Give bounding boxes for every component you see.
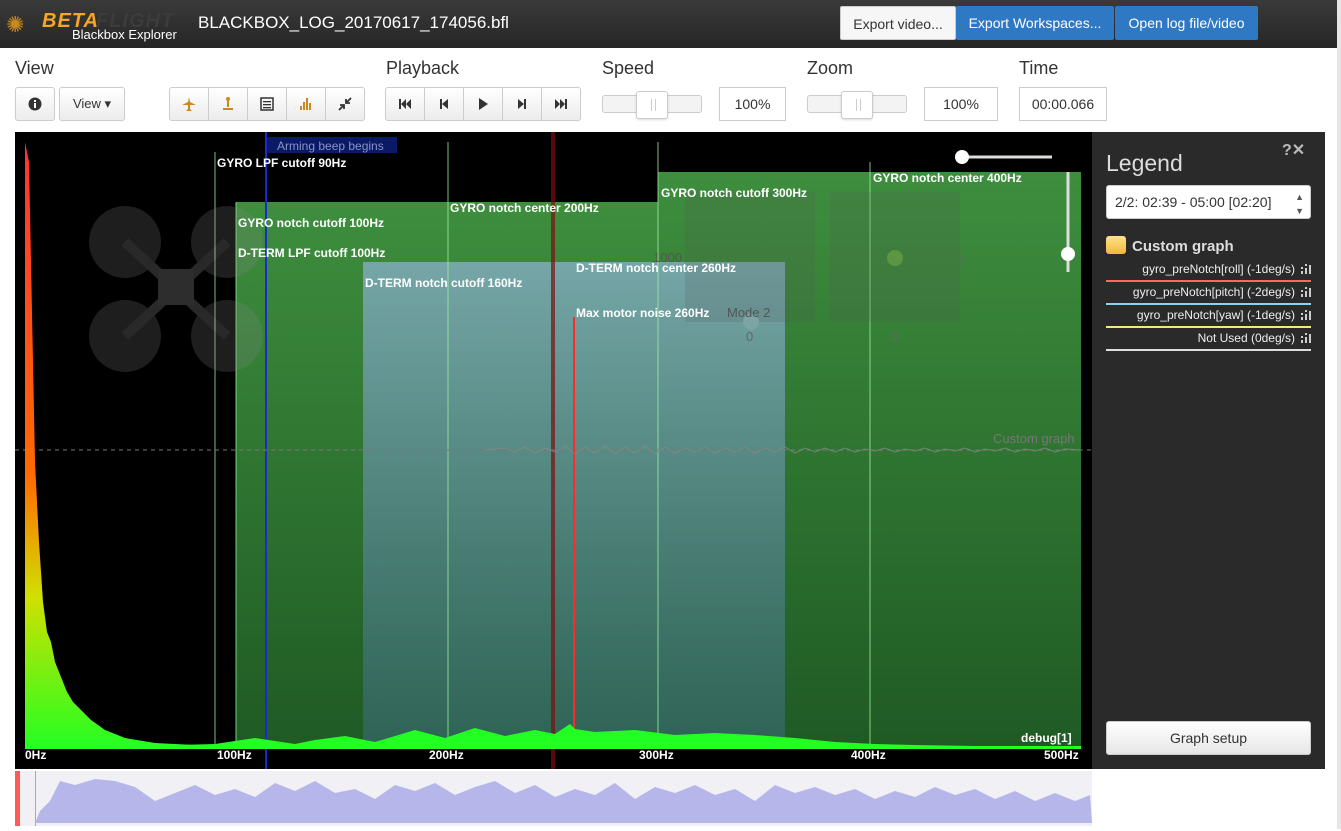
stick-value: 3 xyxy=(958,252,966,267)
debug-label: debug[1] xyxy=(1021,731,1072,745)
skip-end-icon xyxy=(555,99,567,109)
jump-end-button[interactable] xyxy=(541,87,581,121)
stick-mode-label: Mode 2 xyxy=(727,305,771,320)
legend-field[interactable]: gyro_preNotch[roll] (-1deg/s) xyxy=(1106,260,1311,282)
app-logo: ✺ BETA FLIGHT Blackbox Explorer xyxy=(6,8,196,42)
graph-setup-button[interactable]: Graph setup xyxy=(1106,721,1311,755)
marker-label: GYRO notch center 200Hz xyxy=(450,201,599,215)
legend-field-label: gyro_preNotch[yaw] (-1deg/s) xyxy=(1136,308,1295,322)
speed-section-title: Speed xyxy=(602,58,655,78)
view-dropdown-label: View xyxy=(72,96,101,111)
legend-help-close-icon[interactable]: ?✕ xyxy=(1282,140,1305,160)
sticks-icon xyxy=(223,97,233,110)
spectrum-icon[interactable] xyxy=(1301,310,1311,320)
stick-value: 0 xyxy=(746,329,754,344)
compress-icon xyxy=(338,97,352,111)
custom-graph-label: Custom graph xyxy=(993,431,1075,446)
speed-slider[interactable] xyxy=(602,91,702,119)
zoom-value[interactable]: 100% xyxy=(924,87,998,121)
time-section-title: Time xyxy=(1019,58,1059,78)
app-name: Blackbox Explorer xyxy=(72,27,177,42)
arming-event-label: Arming beep begins xyxy=(277,139,384,153)
x-axis-tick: 300Hz xyxy=(639,748,674,762)
x-axis-tick: 0Hz xyxy=(25,748,47,762)
time-value[interactable]: 00:00.066 xyxy=(1019,87,1107,121)
legend-field[interactable]: Not Used (0deg/s) xyxy=(1106,329,1311,351)
window-select-value: 2/2: 02:39 - 05:00 [02:20] xyxy=(1115,194,1272,210)
stick-value: 0 xyxy=(890,329,898,344)
folder-icon xyxy=(1106,236,1126,254)
export-video-button[interactable]: Export video... xyxy=(840,6,956,40)
legend-group[interactable]: Custom graph xyxy=(1106,236,1234,255)
skip-start-icon xyxy=(399,99,411,109)
graph-vzoom-handle xyxy=(1061,247,1075,261)
view-section-title: View xyxy=(15,58,54,78)
step-back-icon xyxy=(440,99,448,109)
legend-field[interactable]: gyro_preNotch[yaw] (-1deg/s) xyxy=(1106,306,1311,328)
x-axis-tick: 100Hz xyxy=(217,748,252,762)
legend-field[interactable]: gyro_preNotch[pitch] (-2deg/s) xyxy=(1106,283,1311,305)
legend-field-label: gyro_preNotch[pitch] (-2deg/s) xyxy=(1132,285,1295,299)
info-button[interactable] xyxy=(15,87,55,121)
table-icon xyxy=(260,97,274,111)
marker-label: GYRO LPF cutoff 90Hz xyxy=(217,156,347,170)
speed-value[interactable]: 100% xyxy=(719,87,786,121)
sticks-toggle-button[interactable] xyxy=(208,87,248,121)
legend-field-label: Not Used (0deg/s) xyxy=(1197,331,1295,345)
spectrum-icon[interactable] xyxy=(1301,287,1311,297)
zoom-slider-handle[interactable] xyxy=(841,91,873,119)
legend-title: Legend xyxy=(1106,150,1183,176)
airplane-icon xyxy=(182,97,196,111)
export-workspaces-button[interactable]: Export Workspaces... xyxy=(956,6,1114,40)
zoom-section-title: Zoom xyxy=(807,58,854,78)
select-arrows-icon: ▲ ▼ xyxy=(1295,192,1304,216)
play-icon xyxy=(479,98,488,110)
logo-swirl-icon: ✺ xyxy=(6,12,25,37)
speed-slider-handle[interactable] xyxy=(636,91,668,119)
collapse-button[interactable] xyxy=(325,87,365,121)
seek-bar-overview xyxy=(15,771,1092,826)
marker-label: GYRO notch cutoff 100Hz xyxy=(238,216,385,230)
seek-bar[interactable] xyxy=(15,771,1092,826)
spectrum-icon[interactable] xyxy=(1301,333,1311,343)
jump-start-button[interactable] xyxy=(385,87,425,121)
window-select[interactable]: 2/2: 02:39 - 05:00 [02:20] ▲ ▼ xyxy=(1106,185,1311,219)
step-back-button[interactable] xyxy=(424,87,464,121)
zoom-slider[interactable] xyxy=(807,91,907,119)
table-toggle-button[interactable] xyxy=(247,87,287,121)
view-dropdown-button[interactable]: View ▾ xyxy=(59,87,125,121)
play-button[interactable] xyxy=(463,87,503,121)
legend-group-name: Custom graph xyxy=(1132,238,1234,255)
marker-label: GYRO notch center 400Hz xyxy=(873,171,1022,185)
analyser-graph[interactable]: Arming beep begins GYRO LPF cutoff 90Hz … xyxy=(15,132,1092,769)
page-scrollbar[interactable] xyxy=(1337,0,1341,829)
spectrum-icon xyxy=(300,98,311,110)
x-axis-tick: 400Hz xyxy=(851,748,886,762)
step-forward-button[interactable] xyxy=(502,87,542,121)
analyser-toggle-button[interactable] xyxy=(286,87,326,121)
marker-label: GYRO notch cutoff 300Hz xyxy=(661,186,808,200)
x-axis-tick: 200Hz xyxy=(429,748,464,762)
playback-section-title: Playback xyxy=(386,58,460,78)
legend-panel: Legend ?✕ 2/2: 02:39 - 05:00 [02:20] ▲ ▼ … xyxy=(1092,132,1325,769)
step-forward-icon xyxy=(518,99,526,109)
marker-label: Max motor noise 260Hz xyxy=(576,306,710,320)
legend-field-label: gyro_preNotch[roll] (-1deg/s) xyxy=(1142,262,1295,276)
open-log-button[interactable]: Open log file/video xyxy=(1115,6,1258,40)
graph-zoom-handle xyxy=(955,150,969,164)
craft-toggle-button[interactable] xyxy=(169,87,209,121)
graph-canvas xyxy=(15,132,1092,769)
info-icon xyxy=(28,97,42,111)
stick-value: 1000 xyxy=(653,250,682,265)
top-bar: ✺ BETA FLIGHT Blackbox Explorer BLACKBOX… xyxy=(0,0,1341,48)
caret-down-icon: ▾ xyxy=(104,96,112,111)
marker-label: D-TERM notch cutoff 160Hz xyxy=(365,276,523,290)
spectrum-icon[interactable] xyxy=(1301,264,1311,274)
log-filename: BLACKBOX_LOG_20170617_174056.bfl xyxy=(198,13,509,32)
x-axis-tick: 500Hz xyxy=(1044,748,1079,762)
marker-label: D-TERM LPF cutoff 100Hz xyxy=(238,246,386,260)
